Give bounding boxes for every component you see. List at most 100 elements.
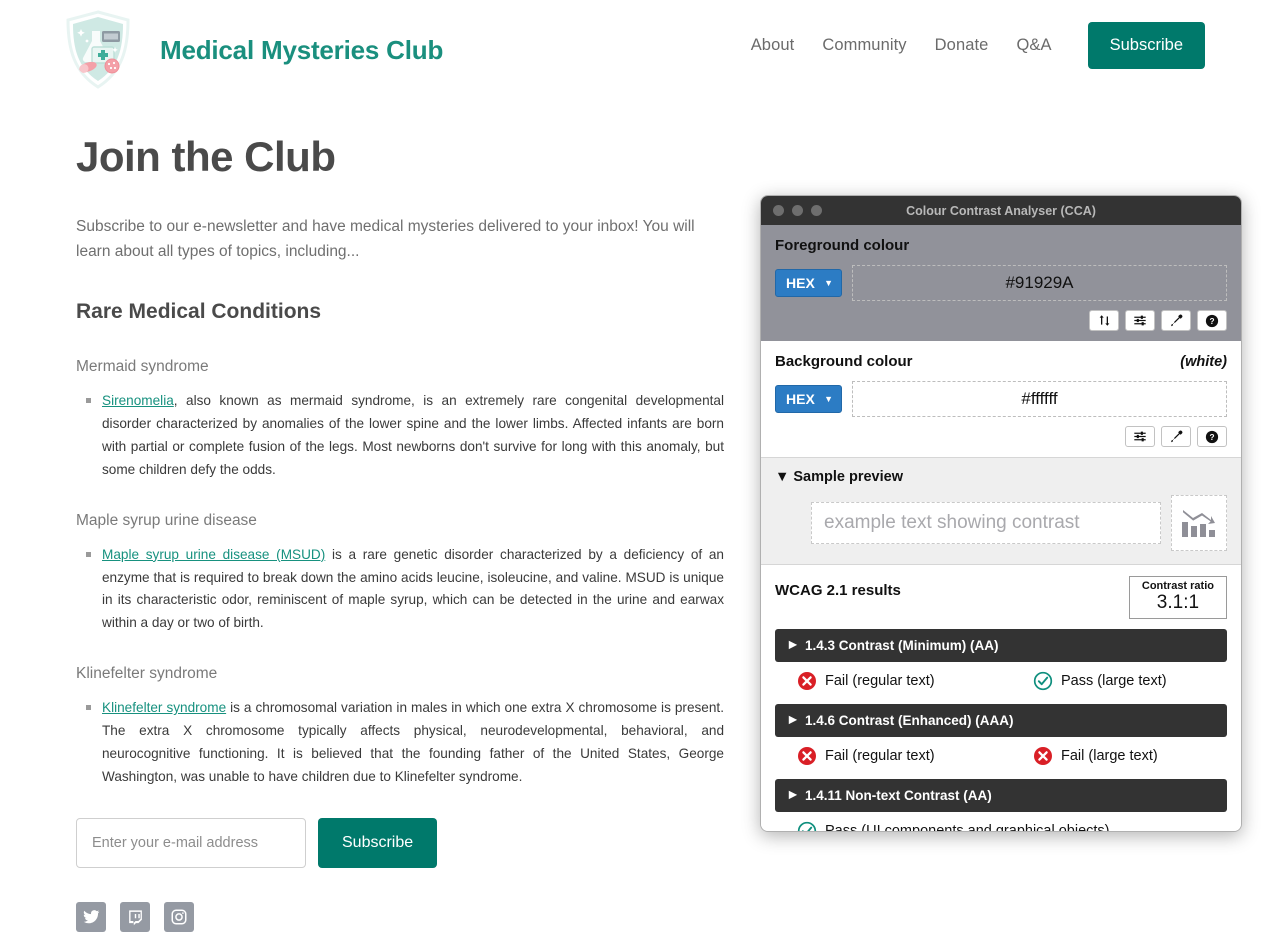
social-links (76, 902, 726, 932)
page-title: Join the Club (76, 133, 336, 180)
sample-preview-header[interactable]: ▼ Sample preview (775, 469, 1227, 485)
twitch-icon[interactable] (120, 902, 150, 932)
triangle-right-icon: ▶ (789, 789, 797, 801)
eyedropper-icon[interactable] (1161, 310, 1191, 331)
sliders-icon[interactable] (1125, 426, 1155, 447)
sample-preview-section: ▼ Sample preview example text showing co… (761, 457, 1241, 564)
foreground-format-select-wrap: HEX ▼ (775, 269, 842, 297)
help-icon[interactable]: ? (1197, 310, 1227, 331)
sliders-icon[interactable] (1125, 310, 1155, 331)
wcag-group: ▶ 1.4.3 Contrast (Minimum) (AA) Fail (re… (775, 628, 1227, 694)
subscribe-form: Subscribe (76, 818, 726, 869)
twitter-icon[interactable] (76, 902, 106, 932)
email-field[interactable] (76, 818, 306, 869)
background-button-row: ? (775, 426, 1227, 447)
wcag-result-label: Pass (large text) (1061, 672, 1167, 689)
wcag-criterion-label: 1.4.6 Contrast (Enhanced) (AAA) (805, 712, 1014, 728)
condition-link[interactable]: Klinefelter syndrome (102, 700, 226, 715)
swap-colours-icon[interactable] (1089, 310, 1119, 331)
eyedropper-icon[interactable] (1161, 426, 1191, 447)
background-format-select[interactable]: HEX (775, 385, 842, 413)
declining-bar-chart-icon (1171, 495, 1227, 551)
wcag-results-section: WCAG 2.1 results Contrast ratio 3.1:1 ▶ … (761, 564, 1241, 832)
condition-list: Maple syrup urine disease (MSUD) is a ra… (76, 544, 726, 635)
svg-text:?: ? (1209, 432, 1214, 442)
contrast-ratio-value: 3.1:1 (1156, 592, 1200, 613)
wcag-criterion-label: 1.4.3 Contrast (Minimum) (AA) (805, 637, 999, 653)
wcag-criterion-143[interactable]: ▶ 1.4.3 Contrast (Minimum) (AA) (775, 628, 1227, 662)
wcag-result-label: Fail (large text) (1061, 747, 1158, 764)
section-title: Rare Medical Conditions (76, 300, 322, 324)
condition-block: Klinefelter syndrome Klinefelter syndrom… (76, 665, 726, 788)
wcag-result-label: Fail (regular text) (825, 672, 935, 689)
sample-preview-label: Sample preview (793, 469, 903, 485)
condition-list: Klinefelter syndrome is a chromosomal va… (76, 697, 726, 788)
cca-window: Colour Contrast Analyser (CCA) Foregroun… (760, 195, 1242, 832)
background-section: Background colour (white) HEX ▼ #ffffff … (761, 341, 1241, 457)
nav-item-qa[interactable]: Q&A (1002, 36, 1065, 55)
condition-block: Mermaid syndrome Sirenomelia, also known… (76, 358, 726, 481)
wcag-result: Pass (large text) (1033, 671, 1167, 691)
wcag-group: ▶ 1.4.11 Non-text Contrast (AA) Pass (UI… (775, 778, 1227, 832)
cca-titlebar[interactable]: Colour Contrast Analyser (CCA) (761, 196, 1241, 225)
triangle-down-icon: ▼ (775, 469, 790, 485)
wcag-criterion-1411[interactable]: ▶ 1.4.11 Non-text Contrast (AA) (775, 778, 1227, 812)
wcag-result: Fail (regular text) (797, 671, 1033, 691)
main-content: Join the Club Subscribe to our e-newslet… (76, 133, 726, 932)
nav-item-donate[interactable]: Donate (921, 36, 1003, 55)
intro-paragraph: Subscribe to our e-newsletter and have m… (76, 218, 695, 261)
triangle-right-icon: ▶ (789, 639, 797, 651)
wcag-criterion-146[interactable]: ▶ 1.4.6 Contrast (Enhanced) (AAA) (775, 703, 1227, 737)
foreground-label: Foreground colour (775, 237, 910, 254)
nav-subscribe-button[interactable]: Subscribe (1087, 22, 1205, 69)
background-format-select-wrap: HEX ▼ (775, 385, 842, 413)
wcag-criterion-label: 1.4.11 Non-text Contrast (AA) (805, 787, 992, 803)
list-item: Klinefelter syndrome is a chromosomal va… (86, 697, 724, 788)
list-item: Maple syrup urine disease (MSUD) is a ra… (86, 544, 724, 635)
wcag-result-label: Fail (regular text) (825, 747, 935, 764)
condition-heading: Mermaid syndrome (76, 358, 209, 376)
condition-link[interactable]: Maple syrup urine disease (MSUD) (102, 547, 325, 562)
foreground-button-row: ? (775, 310, 1227, 331)
sample-preview-text[interactable]: example text showing contrast (811, 502, 1161, 544)
condition-list: Sirenomelia, also known as mermaid syndr… (76, 390, 726, 481)
site-header: Medical Mysteries Club About Community D… (0, 0, 1275, 100)
fail-icon (798, 671, 816, 690)
fail-icon (798, 746, 816, 765)
foreground-section: Foreground colour HEX ▼ #91929A ? (761, 225, 1241, 341)
nav-item-about[interactable]: About (737, 36, 809, 55)
contrast-ratio-label: Contrast ratio (1141, 580, 1214, 592)
wcag-group: ▶ 1.4.6 Contrast (Enhanced) (AAA) Fail (… (775, 703, 1227, 769)
svg-text:?: ? (1209, 316, 1214, 326)
wcag-result: Fail (large text) (1033, 746, 1158, 766)
condition-link[interactable]: Sirenomelia (102, 393, 174, 408)
background-label: Background colour (775, 353, 913, 370)
help-icon[interactable]: ? (1197, 426, 1227, 447)
contrast-ratio-box: Contrast ratio 3.1:1 (1128, 576, 1227, 619)
main-nav: About Community Donate Q&A Subscribe (737, 22, 1205, 69)
condition-heading: Klinefelter syndrome (76, 665, 218, 683)
nav-item-community[interactable]: Community (808, 36, 920, 55)
brand[interactable]: Medical Mysteries Club (62, 9, 443, 91)
instagram-icon[interactable] (164, 902, 194, 932)
fail-icon (1034, 746, 1052, 765)
wcag-result: Fail (regular text) (797, 746, 1033, 766)
foreground-format-select[interactable]: HEX (775, 269, 842, 297)
subscribe-button[interactable]: Subscribe (318, 818, 438, 869)
pass-icon (797, 821, 817, 831)
condition-body: , also known as mermaid syndrome, is an … (102, 393, 724, 477)
shield-lab-badge-icon (62, 9, 134, 91)
brand-title: Medical Mysteries Club (160, 34, 444, 65)
condition-block: Maple syrup urine disease Maple syrup ur… (76, 512, 726, 635)
background-colour-note: (white) (1180, 354, 1227, 370)
list-item: Sirenomelia, also known as mermaid syndr… (86, 390, 724, 481)
triangle-right-icon: ▶ (789, 714, 797, 726)
wcag-result-label: Pass (UI components and graphical object… (825, 822, 1110, 832)
wcag-title: WCAG 2.1 results (775, 582, 901, 599)
window-title: Colour Contrast Analyser (CCA) (906, 203, 1096, 218)
foreground-colour-input[interactable] (852, 265, 1227, 301)
condition-heading: Maple syrup urine disease (76, 511, 257, 529)
pass-icon (1033, 671, 1053, 690)
background-colour-input[interactable] (852, 381, 1227, 417)
wcag-result: Pass (UI components and graphical object… (797, 821, 1110, 832)
